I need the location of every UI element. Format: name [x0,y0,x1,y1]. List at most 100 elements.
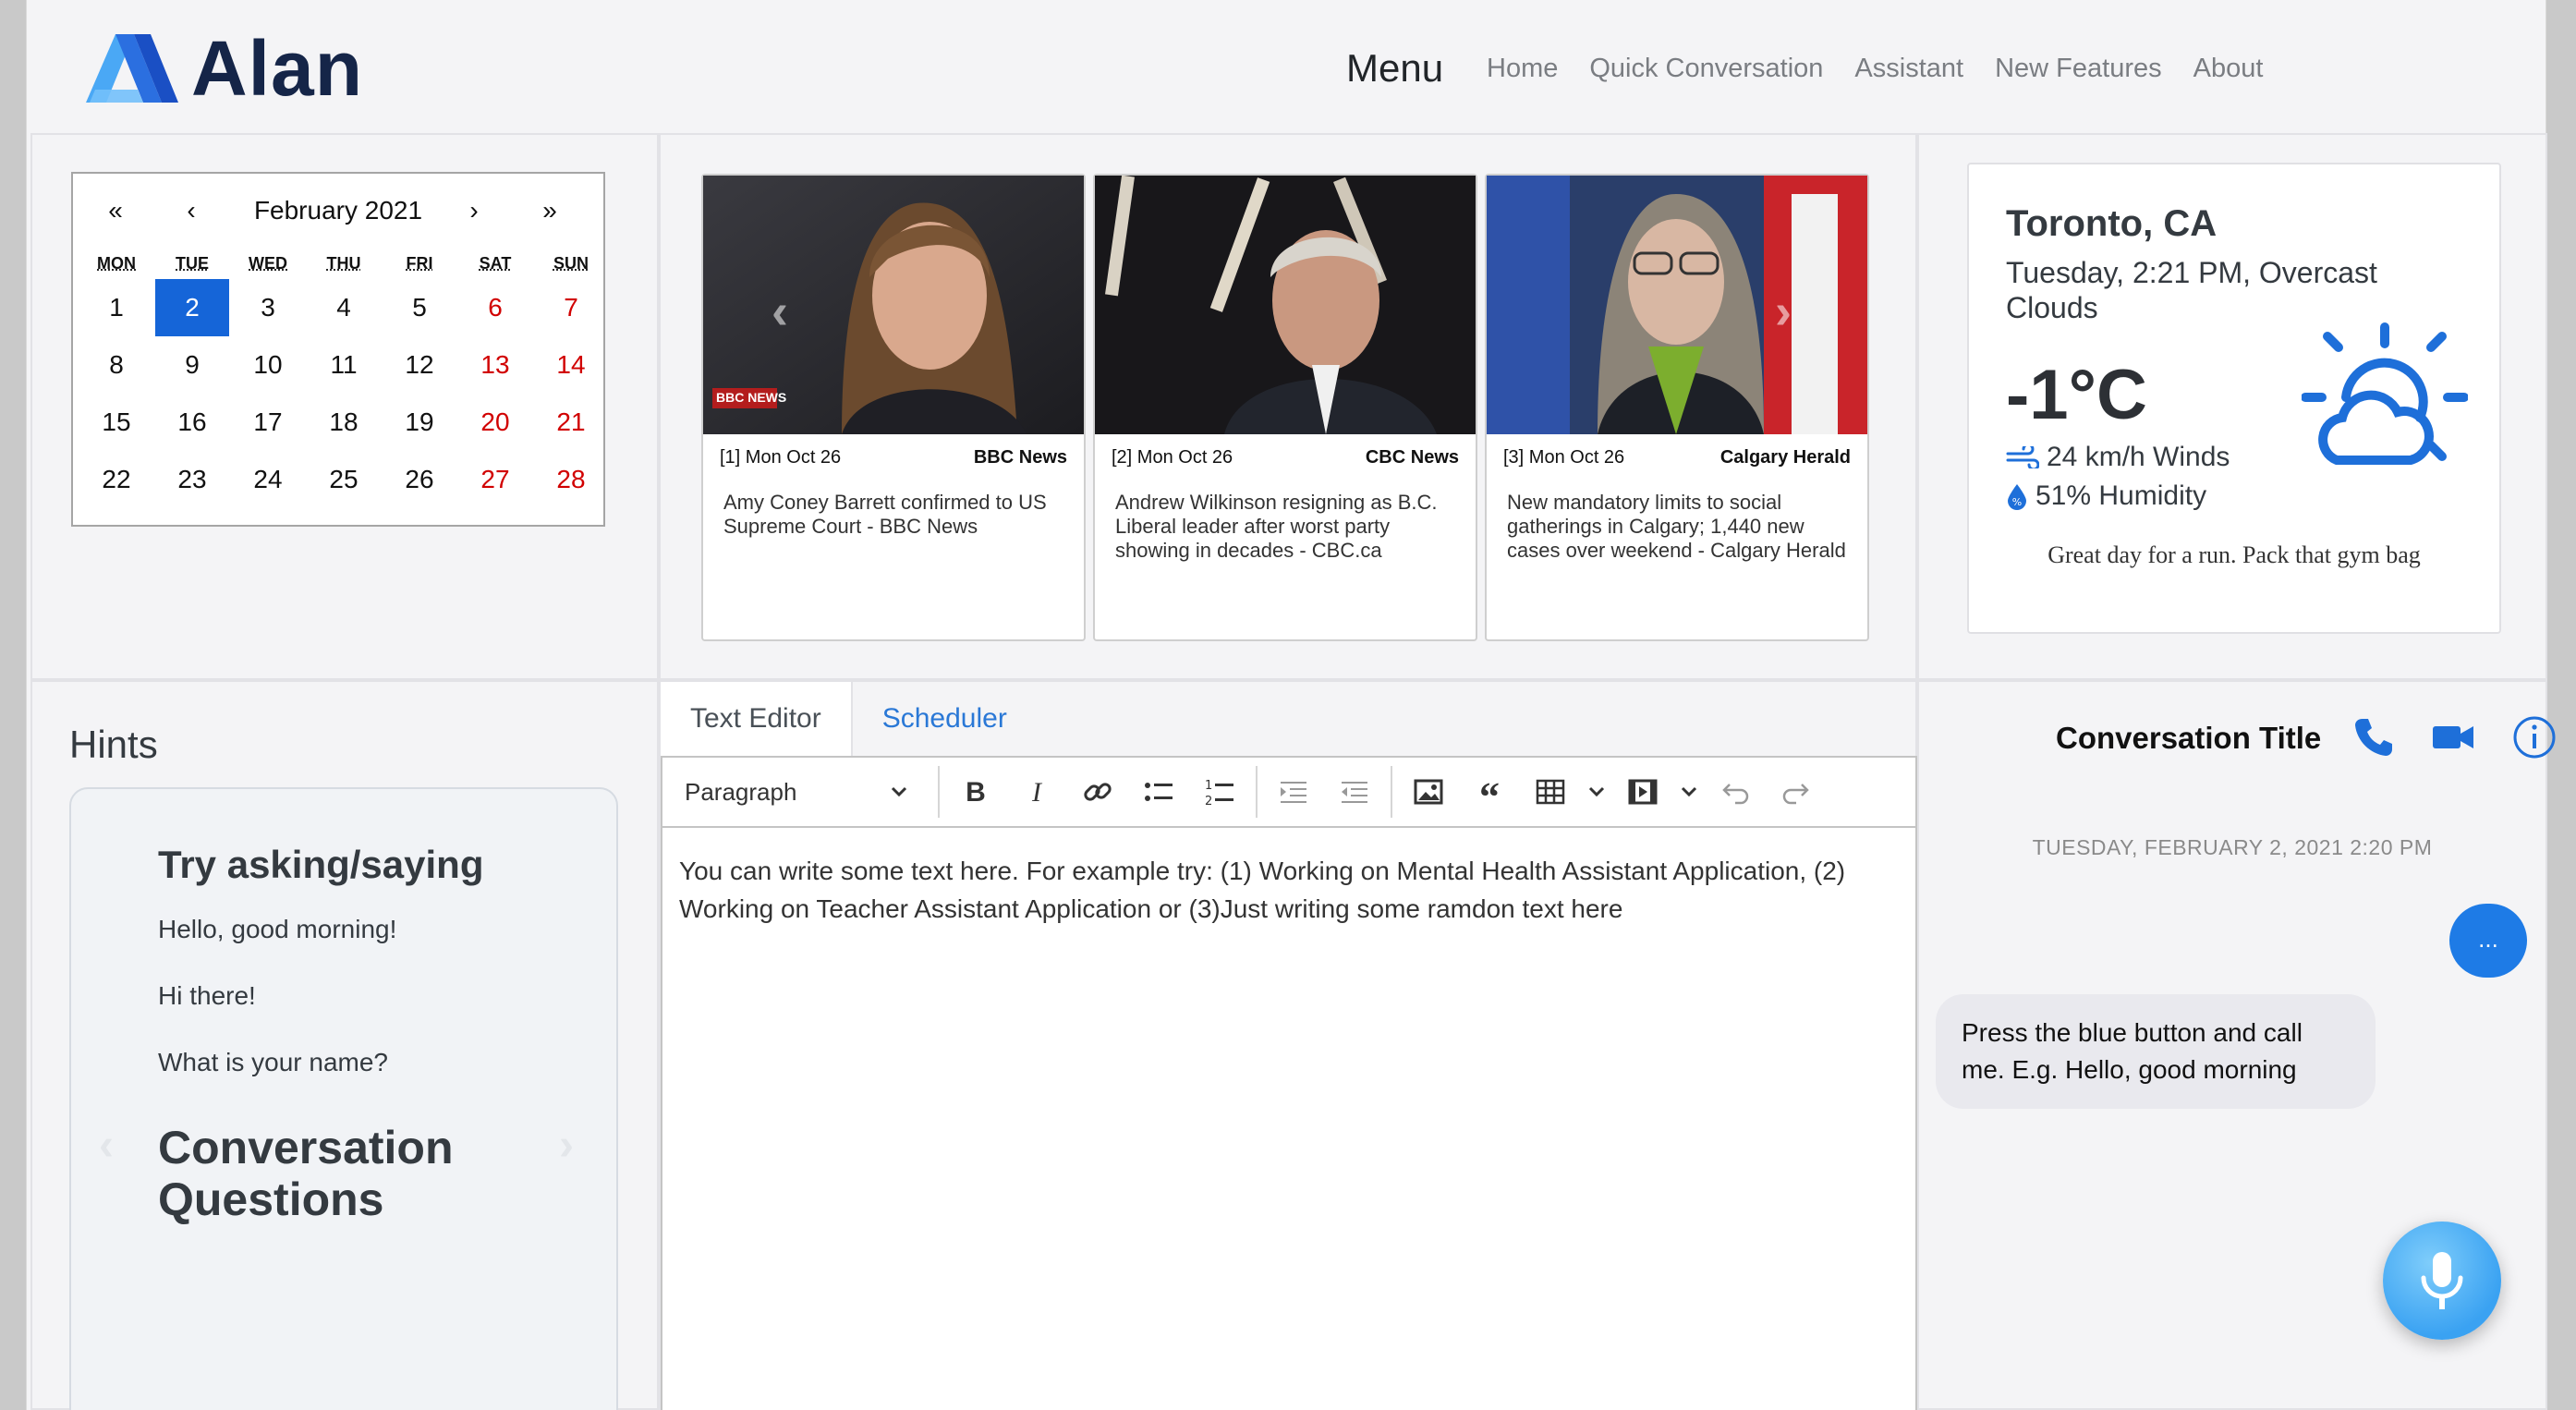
calendar-day[interactable]: 1 [79,279,154,336]
nav-assistant[interactable]: Assistant [1854,54,1963,84]
info-icon[interactable] [2510,713,2558,761]
calendar-day[interactable]: 8 [79,336,154,394]
calendar-day[interactable]: 19 [382,394,457,451]
hints-heading: Try asking/saying [158,843,484,886]
calendar-day[interactable]: 25 [306,451,382,508]
undo-button[interactable] [1705,757,1766,827]
media-dropdown-button[interactable] [1673,757,1705,827]
news-card[interactable]: [2] Mon Oct 26 CBC News Andrew Wilkinson… [1093,174,1477,641]
blockquote-button[interactable]: “ [1459,757,1520,827]
italic-icon: I [1031,777,1043,808]
news-headline[interactable]: Andrew Wilkinson resigning as B.C. Liber… [1095,468,1476,563]
humidity-icon: % [2008,484,2026,510]
calendar-day[interactable]: 27 [457,451,533,508]
calendar: « ‹ February 2021 › » MON TUE WED THU FRI SAT… [71,172,605,527]
hints-next-icon[interactable]: › [559,1120,574,1171]
next-year-button[interactable]: » [531,196,568,225]
next-month-button[interactable]: › [456,196,492,225]
calendar-day[interactable]: 12 [382,336,457,394]
news-card[interactable]: › [3] Mon Oct 26 Calgary Herald New mand… [1485,174,1869,641]
table-dropdown-button[interactable] [1581,757,1612,827]
redo-button[interactable] [1766,757,1827,827]
news-index-date: [1] Mon Oct 26 [720,447,842,468]
calendar-day[interactable]: 6 [457,279,533,336]
calendar-day[interactable]: 24 [230,451,306,508]
wind-icon [2006,446,2039,468]
calendar-day-selected[interactable]: 2 [155,279,229,336]
link-button[interactable] [1067,757,1128,827]
toolbar-divider [1256,766,1258,818]
svg-text:I: I [1031,777,1043,808]
calendar-day[interactable]: 10 [230,336,306,394]
tab-text-editor[interactable]: Text Editor [661,682,853,756]
insert-image-button[interactable] [1398,757,1459,827]
news-card[interactable]: BBC NEWS ‹ [1] Mon Oct 26 BBC News Amy C… [701,174,1086,641]
calendar-day[interactable]: 13 [457,336,533,394]
calendar-day[interactable]: 23 [154,451,230,508]
nav-quick-conversation[interactable]: Quick Conversation [1589,54,1823,84]
nav-home[interactable]: Home [1487,54,1558,84]
weather-note: Great day for a run. Pack that gym bag [2047,541,2421,568]
news-headline[interactable]: New mandatory limits to social gathering… [1487,468,1867,563]
hints-title: Hints [69,723,158,766]
hints-heading-2: Conversation Questions [158,1122,454,1225]
calendar-day[interactable]: 5 [382,279,457,336]
calendar-day[interactable]: 15 [79,394,154,451]
calendar-day[interactable]: 3 [230,279,306,336]
calendar-day[interactable]: 22 [79,451,154,508]
calendar-day[interactable]: 14 [533,336,609,394]
calendar-day[interactable]: 28 [533,451,609,508]
indent-icon [1281,782,1306,803]
news-photo-3 [1487,176,1867,434]
block-format-value: Paragraph [685,777,797,806]
weekday-header: SAT [479,254,512,273]
main-nav: Home Quick Conversation Assistant New Fe… [1487,54,2294,84]
bold-button[interactable]: B [945,757,1006,827]
phone-icon[interactable] [2350,713,2398,761]
svg-text:%: % [2012,496,2022,508]
calendar-day[interactable]: 9 [154,336,230,394]
conversation-header: Conversation Title [1919,708,2556,763]
redo-icon [1782,784,1809,805]
weather-temperature: -1°C [2006,356,2147,434]
calendar-month-label[interactable]: February 2021 [73,196,603,225]
calendar-day[interactable]: 16 [154,394,230,451]
chevron-down-icon [891,786,907,797]
news-meta: [1] Mon Oct 26 BBC News [703,434,1084,468]
indent-button[interactable] [1263,757,1324,827]
carousel-next-icon[interactable]: › [1775,283,1792,340]
bold-icon: B [966,777,986,808]
calendar-day[interactable]: 21 [533,394,609,451]
italic-button[interactable]: I [1006,757,1067,827]
tab-scheduler[interactable]: Scheduler [853,682,1037,756]
calendar-day[interactable]: 7 [533,279,609,336]
calendar-day[interactable]: 4 [306,279,382,336]
carousel-prev-icon[interactable]: ‹ [772,283,788,340]
hints-prev-icon[interactable]: ‹ [99,1120,114,1171]
insert-media-button[interactable] [1612,757,1673,827]
outdent-button[interactable] [1324,757,1385,827]
block-format-dropdown[interactable]: Paragraph [662,757,932,827]
calendar-day[interactable]: 20 [457,394,533,451]
numbered-list-button[interactable]: 12 [1189,757,1250,827]
calendar-day[interactable]: 18 [306,394,382,451]
brand-logo[interactable]: Alan [86,30,363,107]
news-image: BBC NEWS ‹ [703,176,1084,434]
calendar-day[interactable]: 11 [306,336,382,394]
hint-item: Hi there! [158,981,256,1010]
nav-about[interactable]: About [2193,54,2264,84]
weather-panel: Toronto, CA Tuesday, 2:21 PM, Overcast C… [1917,133,2547,680]
calendar-day[interactable]: 17 [230,394,306,451]
hints-panel: Hints ‹ › Try asking/saying Hello, good … [30,680,659,1410]
video-camera-icon[interactable] [2429,713,2477,761]
microphone-button[interactable] [2383,1222,2501,1340]
insert-table-button[interactable] [1520,757,1581,827]
svg-text:1: 1 [1205,779,1212,793]
editor-content[interactable]: You can write some text here. For exampl… [662,828,1915,928]
bbc-news-watermark: BBC NEWS [716,390,787,405]
news-headline[interactable]: Amy Coney Barrett confirmed to US Suprem… [703,468,1084,539]
news-index-date: [2] Mon Oct 26 [1112,447,1233,468]
calendar-day[interactable]: 26 [382,451,457,508]
bulleted-list-button[interactable] [1128,757,1189,827]
nav-new-features[interactable]: New Features [1995,54,2162,84]
